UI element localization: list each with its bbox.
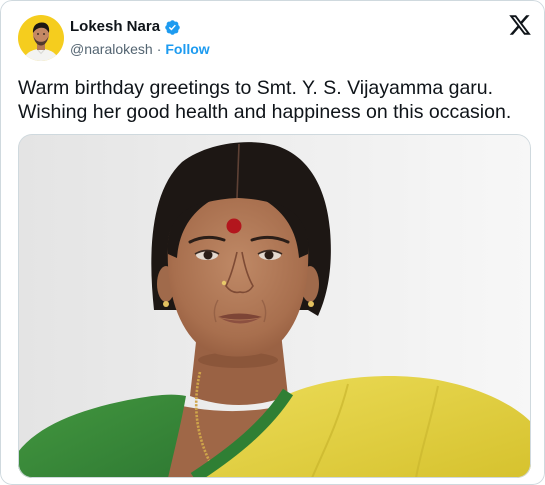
x-logo-icon[interactable] [508,13,532,37]
author-name[interactable]: Lokesh Nara [70,17,160,37]
avatar-image [18,15,64,61]
author-handle[interactable]: @naralokesh [70,40,153,58]
nose-stud [221,280,227,286]
earring-right [308,301,314,307]
avatar-eye-right [43,33,45,35]
post-card[interactable]: Lokesh Nara @naralokesh · Follow Warm bi… [0,0,545,485]
bindi [226,218,242,234]
follow-button[interactable]: Follow [165,40,209,58]
avatar-eye-left [37,33,39,35]
post-photo[interactable] [18,134,531,478]
author-avatar[interactable] [18,15,64,61]
author-handle-row: @naralokesh · Follow [70,40,210,58]
post-text: Warm birthday greetings to Smt. Y. S. Vi… [18,77,512,123]
author-name-row: Lokesh Nara [70,17,181,37]
handle-separator: · [156,41,162,57]
verified-badge-icon [164,19,181,36]
earring-left [163,301,169,307]
